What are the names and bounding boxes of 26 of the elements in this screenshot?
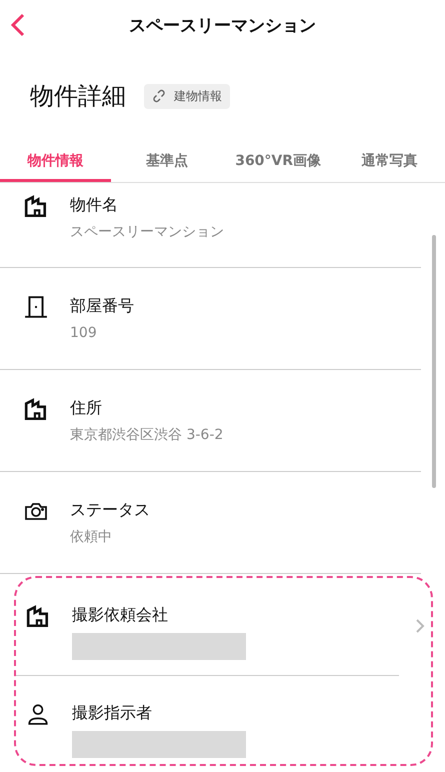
back-icon [10,12,26,38]
tab[interactable]: 物件情報 [0,142,112,182]
field-label: 部屋番号 [70,296,134,316]
building-info-link[interactable]: 建物情報 [144,84,230,108]
field-label: 撮影依頼会社 [72,605,169,625]
field-value: 依頼中 [70,528,113,546]
page-title: 物件詳細 [30,81,126,112]
tab[interactable]: 通常写真 [334,142,445,182]
link-icon [152,89,166,103]
back-button[interactable] [10,12,26,38]
screen-title: スペースリーマンション [129,14,316,36]
person-icon [26,703,50,725]
field-label: 撮影指示者 [72,703,153,723]
camera-icon [24,500,48,522]
field-value: スペースリーマンション [70,223,224,241]
tab[interactable]: 360°VR画像 [222,142,334,182]
tab[interactable]: 基準点 [111,142,222,182]
field-label: ステータス [70,500,150,520]
building-icon [26,605,50,627]
building-icon [24,195,48,217]
door-icon [24,296,48,318]
field-label: 住所 [70,398,103,418]
field-label: 物件名 [70,195,119,215]
field-value: 東京都渋谷区渋谷 3-6-2 [70,426,224,444]
building-icon [24,398,48,420]
field-value: 109 [70,324,98,342]
